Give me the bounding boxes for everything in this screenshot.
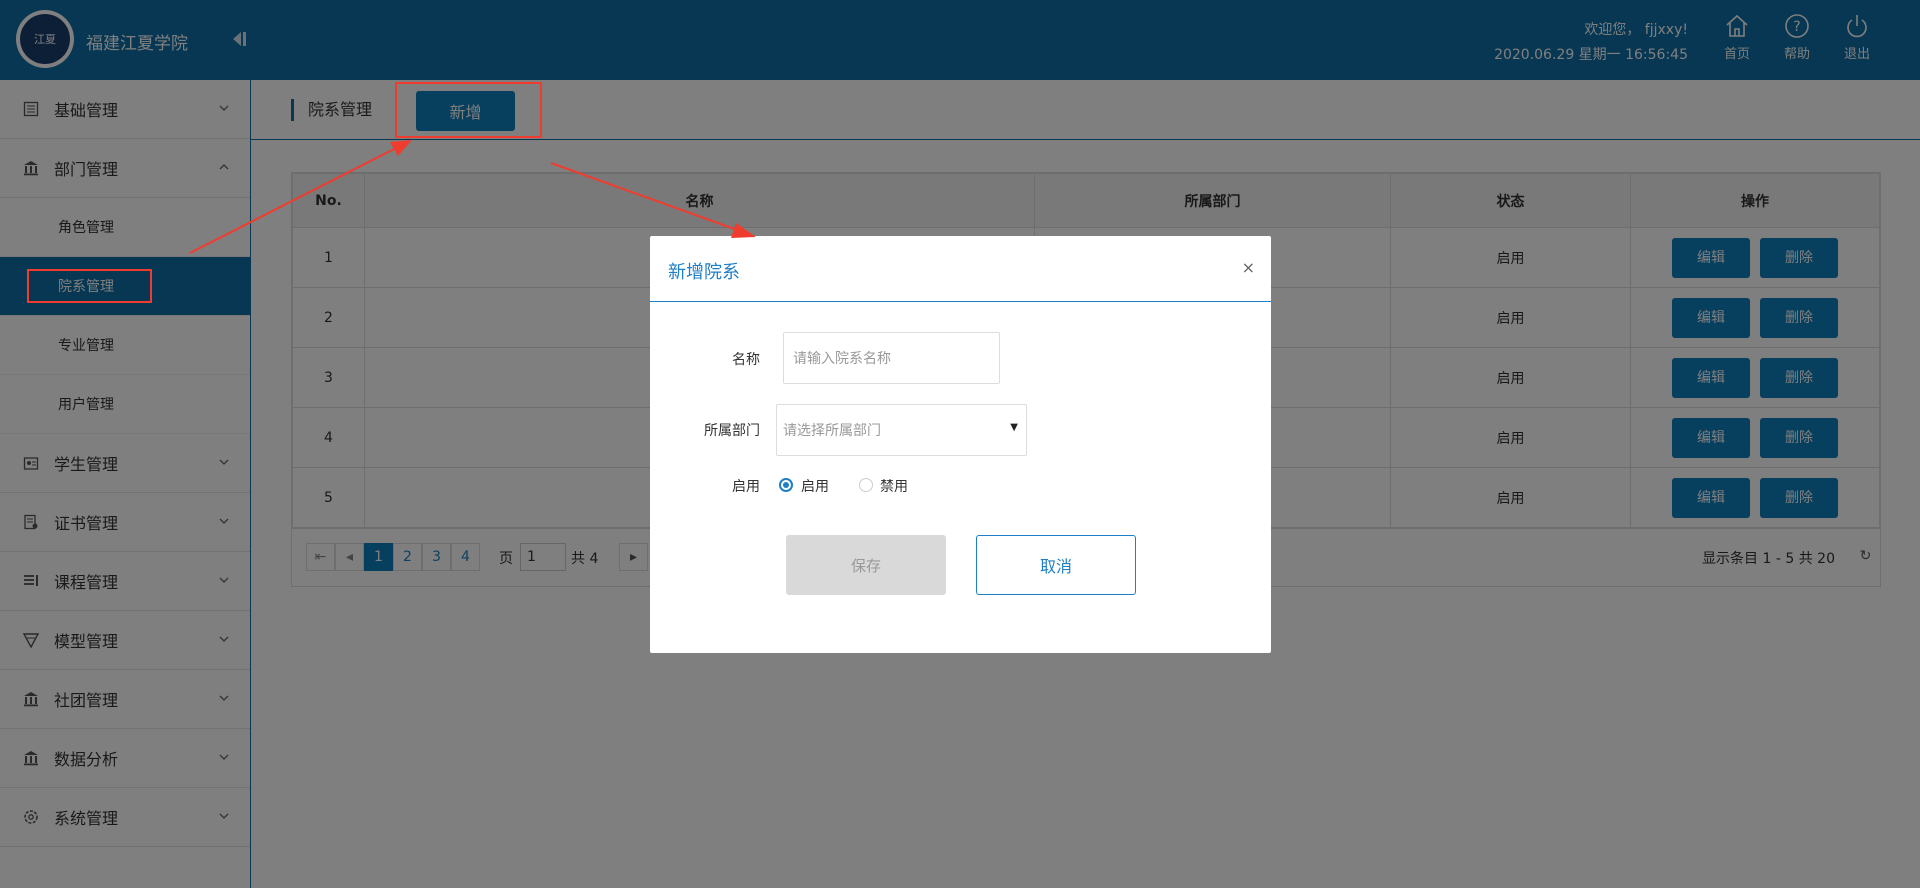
name-label: 名称 bbox=[732, 352, 760, 368]
enable-label: 启用 bbox=[732, 479, 760, 495]
save-button[interactable]: 保存 bbox=[786, 535, 946, 595]
department-select[interactable]: 请选择所属部门 ▼ bbox=[776, 404, 1027, 456]
add-department-dialog: 新增院系 × 名称 请输入院系名称 所属部门 请选择所属部门 ▼ 启用 启用 禁… bbox=[650, 236, 1271, 653]
radio-enable[interactable] bbox=[779, 478, 793, 492]
department-placeholder: 请选择所属部门 bbox=[783, 423, 881, 439]
annotation-box-sidebar bbox=[27, 269, 152, 303]
radio-enable-label: 启用 bbox=[801, 479, 829, 495]
cancel-button[interactable]: 取消 bbox=[976, 535, 1136, 595]
dialog-title: 新增院系 bbox=[668, 262, 740, 283]
dropdown-arrow-icon: ▼ bbox=[1010, 422, 1018, 433]
radio-disable[interactable] bbox=[859, 478, 873, 492]
dialog-header: 新增院系 × bbox=[650, 236, 1271, 302]
department-label: 所属部门 bbox=[704, 423, 760, 439]
close-icon[interactable]: × bbox=[1242, 258, 1255, 277]
annotation-box-add bbox=[395, 82, 542, 138]
name-input[interactable]: 请输入院系名称 bbox=[783, 332, 1000, 384]
radio-disable-label: 禁用 bbox=[880, 479, 908, 495]
